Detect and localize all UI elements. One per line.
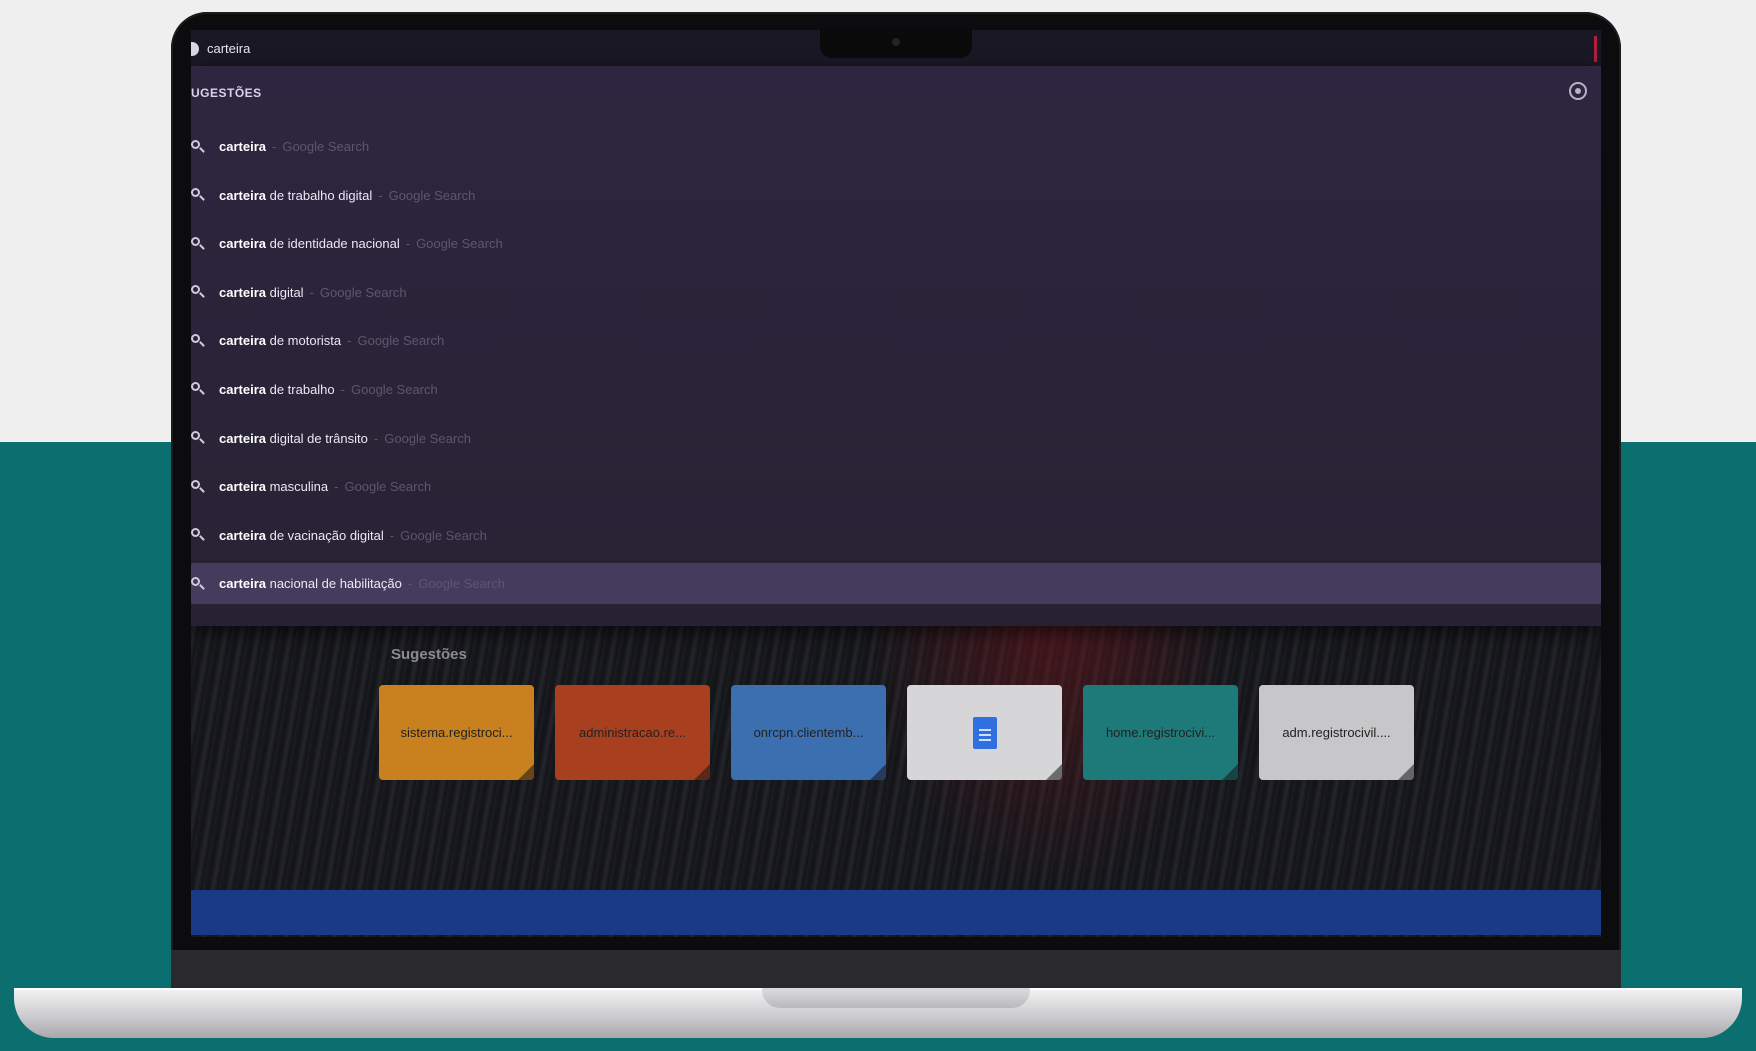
suggestion-separator: - <box>340 381 345 397</box>
search-icon <box>191 188 205 202</box>
suggestion-text: carteira de trabalho <box>219 382 335 397</box>
shortcut-tile[interactable]: home.registrocivi... <box>1083 685 1238 780</box>
suggestion-source: Google Search <box>319 284 407 300</box>
suggestion-item[interactable]: carteira masculina - Google Search <box>191 466 1601 507</box>
suggestion-completion: de trabalho <box>265 381 335 397</box>
laptop-hinge <box>171 950 1621 990</box>
suggestion-match: carteira <box>219 576 266 592</box>
suggestion-text: carteira nacional de habilitação <box>219 576 402 591</box>
search-icon <box>191 139 205 154</box>
shortcut-tile-label: adm.registrocivil.... <box>1282 725 1391 740</box>
suggestion-text: carteira masculina <box>219 479 328 494</box>
suggestion-text: carteira de identidade nacional <box>219 236 400 251</box>
suggestion-separator: - <box>378 187 383 203</box>
laptop-screen: UGESTÕES carteira-Google Searchcarteira … <box>191 30 1601 937</box>
suggestion-match: carteira <box>219 430 266 446</box>
suggestion-completion: digital de trânsito <box>265 430 368 446</box>
suggestion-text: carteira de vacinação digital <box>219 528 384 543</box>
shortcut-tile-label: sistema.registroci... <box>400 725 513 740</box>
suggestion-item[interactable]: carteira digital de trânsito - Google Sear… <box>191 418 1601 459</box>
suggestion-completion: de motorista <box>265 333 342 349</box>
suggestion-separator: - <box>309 284 314 300</box>
shortcut-tile[interactable]: adm.registrocivil.... <box>1259 685 1414 780</box>
suggestion-item[interactable]: carteira digital - Google Search <box>191 272 1601 313</box>
suggestion-source: Google Search <box>418 576 505 592</box>
suggestion-match: carteira <box>219 479 266 495</box>
camera-notch <box>820 28 972 58</box>
suggestion-match: carteira <box>219 236 266 252</box>
suggestion-item[interactable]: carteira de trabalho - Google Search <box>191 369 1601 410</box>
suggestion-match: carteira <box>219 527 266 543</box>
suggestion-source: Google Search <box>384 430 471 446</box>
suggestion-match: carteira <box>219 381 266 397</box>
address-input[interactable] <box>207 37 807 59</box>
suggestion-item[interactable]: carteira nacional de habilitação - Google … <box>191 563 1601 605</box>
taskbar <box>191 890 1601 935</box>
search-icon <box>191 333 205 348</box>
suggestion-separator: - <box>334 479 339 495</box>
suggestion-match: carteira <box>219 333 266 349</box>
shortcut-tile[interactable]: onrcpn.clientemb... <box>731 685 886 780</box>
camera-icon <box>892 38 900 46</box>
suggestion-item[interactable]: carteira - Google Search <box>191 126 1601 167</box>
suggestion-text: carteira digital de trânsito <box>219 431 368 446</box>
search-icon <box>191 382 205 396</box>
suggestion-source: Google Search <box>351 381 438 397</box>
suggestion-completion: digital <box>265 284 304 300</box>
suggestion-source: Google Search <box>388 187 476 203</box>
shortcut-tile-label: onrcpn.clientemb... <box>753 725 864 740</box>
search-icon <box>191 576 205 591</box>
suggestion-separator: - <box>389 527 395 543</box>
search-icon <box>191 236 205 251</box>
suggestion-text: carteira de motorista <box>219 333 341 348</box>
suggestion-completion: masculina <box>265 479 329 495</box>
tab-edge-indicator <box>1594 36 1597 62</box>
suggestion-source: Google Search <box>400 527 487 543</box>
suggestion-item[interactable]: carteira de vacinação digital - Google Sea… <box>191 515 1601 556</box>
suggestions-header: UGESTÕES <box>191 86 262 100</box>
suggestion-separator: - <box>373 430 379 446</box>
shortcut-tile[interactable]: sistema.registroci... <box>379 685 534 780</box>
new-tab-suggestions-title: Sugestões <box>391 646 467 663</box>
suggestion-text: carteira digital <box>219 285 304 300</box>
browser-logo-icon <box>191 42 199 56</box>
suggestion-completion: de identidade nacional <box>265 236 400 252</box>
suggestion-match: carteira <box>219 187 266 203</box>
laptop-opening-notch <box>762 988 1030 1008</box>
search-suggestions-dropdown: UGESTÕES carteira - Google Search carteira … <box>191 66 1601 626</box>
shortcut-tile-label: home.registrocivi... <box>1105 725 1216 740</box>
suggestion-match: carteira <box>219 139 266 154</box>
shortcut-tile[interactable]: administracao.re... <box>555 685 710 780</box>
suggestion-source: Google Search <box>416 236 503 252</box>
suggestion-separator: - <box>347 333 352 349</box>
suggestion-source: Google Search <box>282 139 370 154</box>
suggestion-separator: - <box>271 139 277 154</box>
google-docs-icon <box>972 716 997 749</box>
search-icon <box>191 431 205 445</box>
shortcut-tile-label: administracao.re... <box>579 725 686 740</box>
suggestion-source: Google Search <box>344 479 432 495</box>
suggestion-completion: de vacinação digital <box>265 527 384 543</box>
suggestion-item[interactable]: carteira de trabalho digital - Google Sear… <box>191 175 1601 216</box>
search-icon <box>191 479 205 494</box>
search-icon <box>191 528 205 542</box>
suggestion-item[interactable]: carteira de motorista - Google Search <box>191 320 1601 361</box>
suggestion-completion: de trabalho digital <box>265 187 373 203</box>
suggestion-text: carteira de trabalho digital <box>219 188 372 203</box>
suggestion-match: carteira <box>219 284 266 300</box>
suggestion-source: Google Search <box>357 333 445 349</box>
suggestion-completion: nacional de habilitação <box>265 576 402 592</box>
suggestion-separator: - <box>405 236 411 252</box>
settings-icon[interactable] <box>1569 82 1587 100</box>
search-icon <box>191 285 205 299</box>
suggestion-list: carteira - Google Search carteira de trabal… <box>191 126 1601 612</box>
suggestion-tiles: › sistema.registroci...administracao.re.… <box>379 685 1499 785</box>
suggestion-item[interactable]: carteira de identidade nacional - Google S… <box>191 223 1601 264</box>
suggestion-text: carteira <box>219 139 266 154</box>
shortcut-tile[interactable] <box>907 685 1062 780</box>
suggestion-separator: - <box>407 576 413 592</box>
